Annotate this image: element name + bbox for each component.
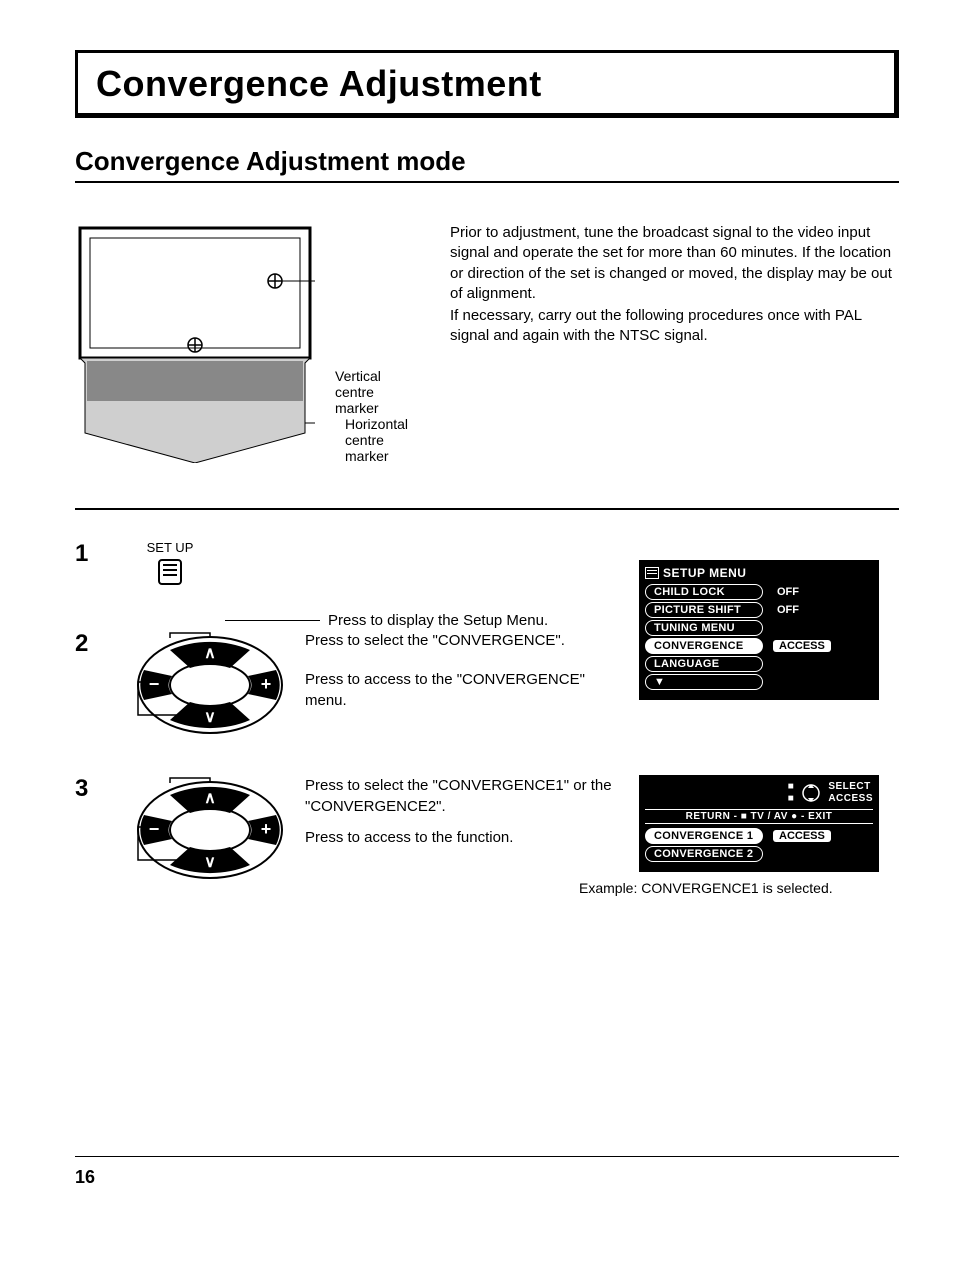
svg-text:−: − — [149, 819, 160, 839]
title-box: Convergence Adjustment — [75, 50, 899, 118]
step-3-text: Press to select the "CONVERGENCE1" or th… — [305, 775, 639, 896]
section-divider — [75, 508, 899, 510]
intro-block: Vertical centre marker Horizontal centre… — [75, 223, 899, 468]
tv-diagram — [75, 223, 315, 463]
step-2: 2 ∧ ∨ − + Press to select the "CONVERGEN… — [75, 630, 899, 745]
menu-item-convergence-2: CONVERGENCE 2 — [645, 846, 873, 862]
step-3-line-1: Press to select the "CONVERGENCE1" or th… — [305, 775, 629, 817]
menu-2-access-label: ACCESS — [828, 793, 873, 804]
tv-diagram-col: Vertical centre marker Horizontal centre… — [75, 223, 375, 468]
d-pad-icon: ∧ ∨ − + — [130, 630, 290, 740]
menu-2-col: ■■ SELECT ACCESS RETURN - ■ TV / AV ● - … — [639, 775, 899, 896]
menu-item-convergence-1: CONVERGENCE 1 ACCESS — [645, 828, 873, 844]
vertical-marker-label: Vertical centre marker — [335, 368, 381, 416]
menu-1-title: SETUP MENU — [645, 566, 873, 580]
page-title: Convergence Adjustment — [96, 63, 876, 105]
setup-label: SET UP — [115, 540, 225, 555]
menu-2-caption: Example: CONVERGENCE1 is selected. — [579, 880, 899, 896]
intro-text: Prior to adjustment, tune the broadcast … — [450, 223, 899, 468]
menu-1-title-text: SETUP MENU — [663, 566, 746, 580]
step-2-line-1: Press to select the "CONVERGENCE". — [305, 630, 629, 651]
page-number: 16 — [75, 1161, 899, 1188]
spacer — [639, 630, 899, 745]
intro-para-2: If necessary, carry out the following pr… — [450, 306, 899, 347]
menu-2-return-bar: RETURN - ■ TV / AV ● - EXIT — [645, 809, 873, 824]
menu-2-select-label: SELECT — [828, 781, 870, 792]
svg-text:−: − — [149, 674, 160, 694]
footer-rule — [75, 1156, 899, 1157]
connector-line — [225, 620, 320, 621]
svg-text:+: + — [261, 819, 272, 839]
subtitle-rule — [75, 181, 899, 183]
svg-text:∧: ∧ — [204, 790, 216, 807]
convergence-menu-box: ■■ SELECT ACCESS RETURN - ■ TV / AV ● - … — [639, 775, 879, 872]
menu-2-header-icons: ■■ SELECT ACCESS — [645, 781, 873, 805]
horizontal-marker-label: Horizontal centre marker — [345, 416, 408, 464]
svg-text:+: + — [261, 674, 272, 694]
step-3: 3 ∧ ∨ − + Press to select the "CONVERGEN… — [75, 775, 899, 896]
step-3-line-2: Press to access to the function. — [305, 827, 629, 848]
d-pad-icon: ∧ ∨ − + — [130, 775, 290, 885]
step-2-number: 2 — [75, 630, 115, 745]
d-pad-small-icon — [800, 782, 822, 804]
svg-text:∨: ∨ — [204, 709, 216, 726]
step-2-text: Press to select the "CONVERGENCE". Press… — [305, 630, 639, 745]
step-3-icon-col: ∧ ∨ − + — [115, 775, 305, 896]
step-2-line-2: Press to access to the "CONVERGENCE" men… — [305, 669, 629, 711]
svg-text:∨: ∨ — [204, 854, 216, 871]
step-1-instruction: Press to display the Setup Menu. — [328, 610, 548, 631]
subtitle-section: Convergence Adjustment mode — [75, 146, 899, 183]
section-subtitle: Convergence Adjustment mode — [75, 146, 899, 177]
setup-menu-icon — [158, 559, 182, 585]
step-3-number: 3 — [75, 775, 115, 896]
intro-para-1: Prior to adjustment, tune the broadcast … — [450, 223, 899, 304]
menu-item-picture-shift: PICTURE SHIFT OFF — [645, 602, 873, 618]
step-2-icon-col: ∧ ∨ − + — [115, 630, 305, 745]
menu-item-child-lock: CHILD LOCK OFF — [645, 584, 873, 600]
list-icon — [645, 567, 659, 579]
svg-text:∧: ∧ — [204, 645, 216, 662]
